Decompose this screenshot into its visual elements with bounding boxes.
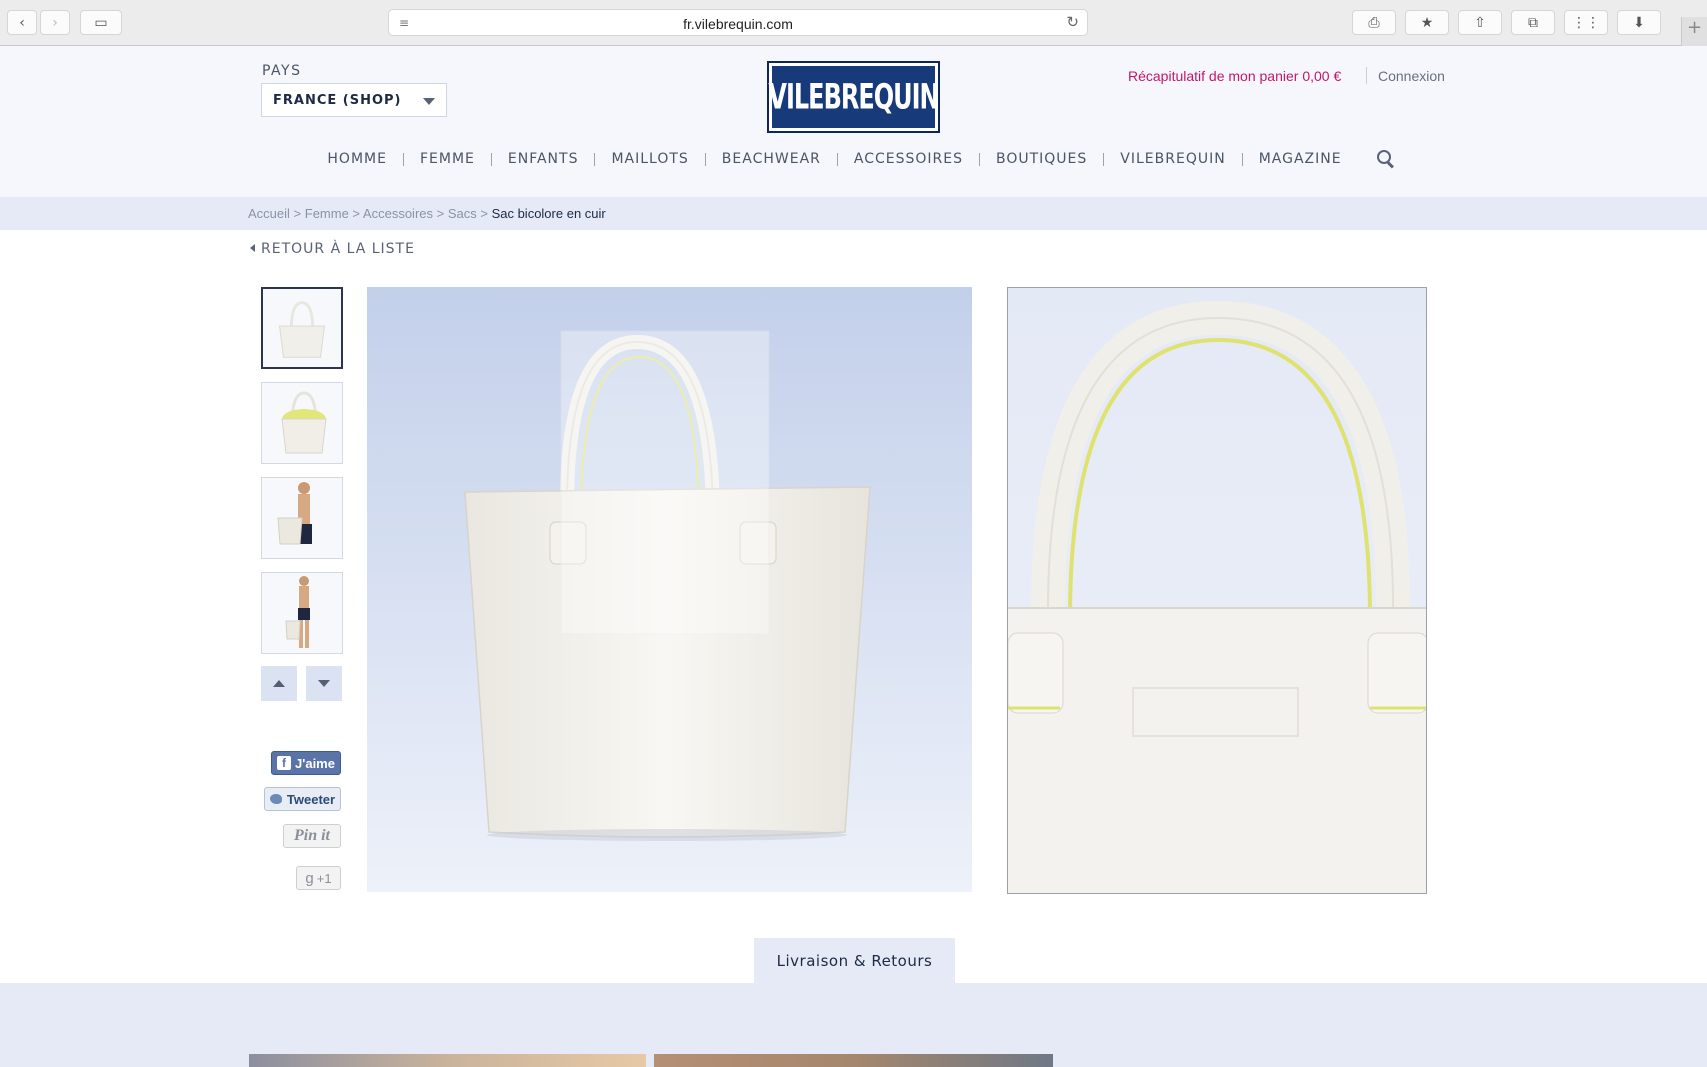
pinterest-label: Pin it <box>293 827 330 844</box>
thumbnail-3[interactable] <box>261 477 343 559</box>
nav-item-vilebrequin[interactable]: VILEBREQUIN <box>1103 152 1241 166</box>
facebook-like-label: J'aime <box>295 755 335 771</box>
model-thumbnail-image <box>277 482 312 545</box>
chevron-left-icon <box>250 244 255 252</box>
nav-item-maillots[interactable]: MAILLOTS <box>594 152 704 166</box>
tabs-overview-icon[interactable]: ⧉ <box>1511 10 1555 35</box>
country-select-value: FRANCE (SHOP) <box>273 93 402 108</box>
breadcrumb: Accueil > Femme > Accessoires > Sacs > S… <box>0 197 1707 230</box>
google-plus-icon: g <box>305 869 314 887</box>
cart-summary-link[interactable]: Récapitulatif de mon panier 0,00 € <box>1128 68 1341 84</box>
address-bar[interactable]: ≡ fr.vilebrequin.com ↻ <box>388 9 1088 36</box>
nav-item-femme[interactable]: FEMME <box>402 152 491 166</box>
tab-livraison-retours[interactable]: Livraison & Retours <box>754 938 955 984</box>
site-header: PAYS FRANCE (SHOP) VILEBREQUIN Récapitul… <box>0 46 1707 197</box>
thumbnails-up-button[interactable] <box>261 666 297 701</box>
sidebar-toggle-icon[interactable]: ▭ <box>80 10 122 35</box>
product-main-image[interactable] <box>367 287 972 892</box>
thumbnail-1[interactable] <box>261 287 343 369</box>
logo-text: VILEBREQUIN <box>768 76 939 118</box>
chevron-down-icon <box>423 98 435 105</box>
breadcrumb-separator: > <box>289 206 305 221</box>
tweet-label: Tweeter <box>286 791 336 807</box>
nav-item-magazine[interactable]: MAGAZINE <box>1241 152 1358 166</box>
main-nav: HOMME FEMME ENFANTS MAILLOTS BEACHWEAR A… <box>0 147 1707 171</box>
header-divider <box>1366 67 1367 84</box>
thumbnail-2[interactable] <box>261 382 343 464</box>
product-zoom-image <box>1007 287 1427 894</box>
google-plus-button[interactable]: g +1 <box>296 866 341 890</box>
pinterest-button[interactable]: Pin it <box>283 824 341 848</box>
bag-detail-image <box>1008 300 1426 893</box>
breadcrumb-separator: > <box>348 206 363 221</box>
model-full-thumbnail-image <box>285 576 310 648</box>
breadcrumb-current: Sac bicolore en cuir <box>491 206 606 221</box>
new-tab-button[interactable]: + <box>1681 17 1707 46</box>
grid-icon[interactable]: ⋮⋮ <box>1564 10 1608 35</box>
back-to-list-label: RETOUR À LA LISTE <box>261 241 415 257</box>
bookmark-icon[interactable]: ★ <box>1405 10 1449 35</box>
bag-open-thumbnail-image <box>281 391 327 454</box>
back-button[interactable]: ‹ <box>7 10 37 35</box>
facebook-like-button[interactable]: f J'aime <box>271 751 341 775</box>
country-label: PAYS <box>262 63 302 79</box>
downloads-icon[interactable]: ⬇ <box>1617 10 1661 35</box>
url-text: fr.vilebrequin.com <box>683 16 793 32</box>
nav-item-enfants[interactable]: ENFANTS <box>490 152 595 166</box>
chevron-down-icon <box>318 680 330 687</box>
breadcrumb-item-accueil[interactable]: Accueil <box>248 206 290 221</box>
promo-photo-1[interactable] <box>249 1054 646 1067</box>
bag-thumbnail-image <box>279 301 325 358</box>
print-icon[interactable]: ⎙ <box>1352 10 1396 35</box>
twitter-icon <box>269 794 282 804</box>
nav-item-boutiques[interactable]: BOUTIQUES <box>978 152 1103 166</box>
nav-item-beachwear[interactable]: BEACHWEAR <box>704 152 837 166</box>
thumbnails-down-button[interactable] <box>306 666 342 701</box>
breadcrumb-item-femme[interactable]: Femme <box>305 206 349 221</box>
promo-photo-2[interactable] <box>654 1054 1053 1067</box>
breadcrumb-separator: > <box>476 206 492 221</box>
back-to-list-link[interactable]: RETOUR À LA LISTE <box>250 241 415 257</box>
search-icon[interactable] <box>1376 149 1396 169</box>
nav-item-homme[interactable]: HOMME <box>311 152 403 166</box>
chevron-up-icon <box>273 680 285 687</box>
google-plus-label: +1 <box>316 870 332 886</box>
breadcrumb-separator: > <box>433 206 448 221</box>
nav-item-accessoires[interactable]: ACCESSOIRES <box>836 152 979 166</box>
breadcrumb-item-accessoires[interactable]: Accessoires <box>363 206 433 221</box>
breadcrumb-item-sacs[interactable]: Sacs <box>448 206 477 221</box>
country-select[interactable]: FRANCE (SHOP) <box>261 83 447 117</box>
reload-icon[interactable]: ↻ <box>1066 13 1079 31</box>
thumbnail-4[interactable] <box>261 572 343 654</box>
facebook-icon: f <box>277 756 292 770</box>
browser-toolbar: ‹ › ▭ ≡ fr.vilebrequin.com ↻ ⎙ ★ ⇧ ⧉ ⋮⋮ … <box>0 0 1707 46</box>
white-tote-bag-image <box>464 330 871 841</box>
login-link[interactable]: Connexion <box>1378 68 1445 84</box>
tweet-button[interactable]: Tweeter <box>264 787 341 811</box>
share-icon[interactable]: ⇧ <box>1458 10 1502 35</box>
forward-button[interactable]: › <box>40 10 70 35</box>
vilebrequin-logo[interactable]: VILEBREQUIN <box>767 61 940 133</box>
